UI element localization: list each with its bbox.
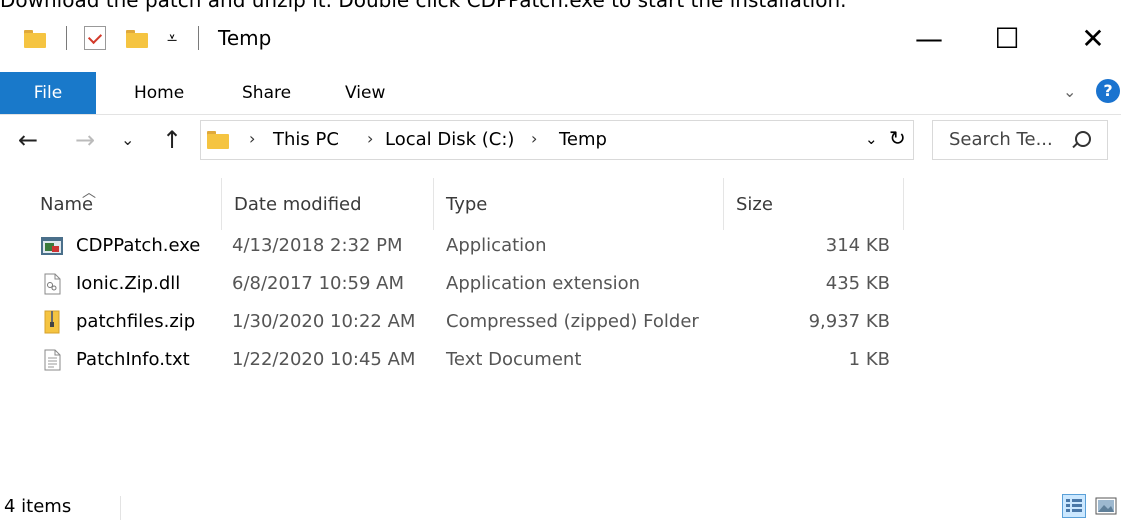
back-button[interactable]: ← xyxy=(18,126,38,154)
file-date: 1/30/2020 10:22 AM xyxy=(232,311,416,332)
column-header-type[interactable]: Type xyxy=(434,178,724,230)
file-type: Application extension xyxy=(446,273,641,294)
instruction-caption: Download the patch and unzip it. Double … xyxy=(0,0,847,12)
file-size: 314 KB xyxy=(825,235,890,256)
breadcrumb-separator[interactable]: › xyxy=(367,129,373,148)
file-type: Application xyxy=(446,235,547,256)
help-icon[interactable]: ? xyxy=(1096,79,1120,103)
file-row-patchfiles-zip[interactable]: patchfiles.zip 1/30/2020 10:22 AM Compre… xyxy=(36,304,896,342)
ribbon: File Home Share View ⌄ ? xyxy=(0,72,1121,115)
window-title: Temp xyxy=(218,26,272,50)
search-placeholder: Search Te... xyxy=(949,129,1053,150)
file-size: 1 KB xyxy=(848,349,890,370)
new-folder-quick-access-icon[interactable] xyxy=(126,30,148,48)
large-icons-view-icon[interactable] xyxy=(1094,494,1118,518)
file-name: Ionic.Zip.dll xyxy=(76,273,181,294)
breadcrumb-temp[interactable]: Temp xyxy=(559,129,607,150)
folder-icon xyxy=(207,131,229,149)
address-dropdown-chevron-icon[interactable]: ⌄ xyxy=(865,130,878,148)
customize-quick-access-icon[interactable]: ⩡ xyxy=(167,28,177,49)
item-count: 4 items xyxy=(4,496,72,517)
up-button[interactable]: ↑ xyxy=(162,126,182,154)
tab-share[interactable]: Share xyxy=(242,72,291,114)
maximize-button[interactable]: ☐ xyxy=(984,18,1030,58)
address-bar[interactable]: › This PC › Local Disk (C:) › Temp ⌄ ↻ xyxy=(200,120,914,160)
divider xyxy=(198,26,199,50)
details-view-icon[interactable] xyxy=(1062,494,1086,518)
navigation-bar: ← → ⌄ ↑ › This PC › Local Disk (C:) › Te… xyxy=(0,118,1121,166)
tab-file[interactable]: File xyxy=(0,72,96,114)
file-row-patchinfo-txt[interactable]: PatchInfo.txt 1/22/2020 10:45 AM Text Do… xyxy=(36,342,896,380)
forward-button[interactable]: → xyxy=(75,126,95,154)
sort-ascending-icon: ︿ xyxy=(82,185,96,201)
close-button[interactable]: ✕ xyxy=(1070,18,1116,58)
file-date: 4/13/2018 2:32 PM xyxy=(232,235,403,256)
breadcrumb-this-pc[interactable]: This PC xyxy=(273,129,339,150)
file-explorer-window: ⩡ Temp — ☐ ✕ File Home Share View ⌄ ? ← … xyxy=(0,14,1121,523)
status-bar: 4 items xyxy=(0,494,1121,523)
column-header-size[interactable]: Size xyxy=(724,178,904,230)
file-type: Text Document xyxy=(446,349,582,370)
divider xyxy=(66,26,67,50)
breadcrumb-separator[interactable]: › xyxy=(249,129,255,148)
file-size: 9,937 KB xyxy=(808,311,890,332)
file-name: patchfiles.zip xyxy=(76,311,196,332)
file-name: CDPPatch.exe xyxy=(76,235,201,256)
column-header-date-modified[interactable]: Date modified xyxy=(222,178,434,230)
recent-locations-button[interactable]: ⌄ xyxy=(121,130,134,149)
text-file-icon xyxy=(44,349,61,371)
refresh-icon[interactable]: ↻ xyxy=(889,126,906,150)
file-row-ionic-zip-dll[interactable]: Ionic.Zip.dll 6/8/2017 10:59 AM Applicat… xyxy=(36,266,896,304)
column-header-name[interactable]: Name xyxy=(26,178,222,230)
tab-home[interactable]: Home xyxy=(134,72,184,114)
file-name: PatchInfo.txt xyxy=(76,349,190,370)
file-type: Compressed (zipped) Folder xyxy=(446,311,699,332)
search-input[interactable]: Search Te... xyxy=(932,120,1108,160)
file-row-cdppatch[interactable]: CDPPatch.exe 4/13/2018 2:32 PM Applicati… xyxy=(36,228,896,266)
file-date: 1/22/2020 10:45 AM xyxy=(232,349,416,370)
title-bar: ⩡ Temp — ☐ ✕ xyxy=(0,14,1121,66)
tab-view[interactable]: View xyxy=(345,72,385,114)
file-date: 6/8/2017 10:59 AM xyxy=(232,273,405,294)
file-size: 435 KB xyxy=(825,273,890,294)
folder-icon xyxy=(24,30,46,48)
exe-icon xyxy=(41,237,63,255)
minimize-button[interactable]: — xyxy=(906,18,952,58)
breadcrumb-separator[interactable]: › xyxy=(531,129,537,148)
dll-icon xyxy=(44,273,61,295)
zip-folder-icon xyxy=(44,310,60,334)
search-icon[interactable] xyxy=(1075,131,1091,147)
expand-ribbon-chevron-icon[interactable]: ⌄ xyxy=(1063,82,1076,101)
properties-quick-access-icon[interactable] xyxy=(84,26,106,50)
breadcrumb-local-disk[interactable]: Local Disk (C:) xyxy=(385,129,514,150)
divider xyxy=(120,496,121,520)
